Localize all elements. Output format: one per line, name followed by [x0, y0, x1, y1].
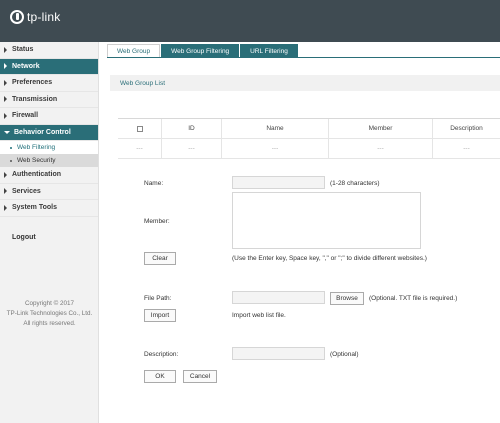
table-cell: ---	[118, 139, 162, 158]
sidebar-item-status[interactable]: Status	[0, 42, 98, 59]
sidebar-subitem-web-security[interactable]: Web Security	[0, 154, 98, 167]
chevron-right-icon	[4, 63, 7, 70]
chevron-right-icon	[4, 204, 7, 211]
tab-divider	[107, 57, 500, 58]
sidebar-item-network[interactable]: Network	[0, 58, 98, 75]
table-cell: ---	[162, 139, 222, 158]
sidebar-item-label: Services	[12, 187, 41, 195]
chevron-right-icon	[4, 112, 7, 119]
import-button[interactable]: Import	[144, 309, 176, 322]
import-hint: Import web list file.	[232, 312, 286, 319]
description-label: Description:	[144, 351, 179, 358]
sidebar-item-authentication[interactable]: Authentication	[0, 167, 98, 184]
table-cell: ---	[463, 145, 470, 152]
tp-link-logo: tp-link	[10, 10, 60, 24]
column-header-name[interactable]: Name	[222, 119, 329, 138]
sidebar-item-transmission[interactable]: Transmission	[0, 92, 98, 108]
tab-bar: Web Group Web Group Filtering URL Filter…	[107, 44, 299, 58]
clear-button[interactable]: Clear	[144, 252, 176, 265]
tp-link-logo-icon	[10, 10, 24, 24]
sidebar-subitem-label: Web Security	[17, 157, 56, 164]
chevron-right-icon	[4, 171, 7, 178]
description-input[interactable]	[232, 347, 325, 360]
top-header: tp-link	[0, 0, 500, 42]
tab-url-filtering[interactable]: URL Filtering	[240, 44, 298, 58]
chevron-right-icon	[4, 46, 7, 53]
select-all-cell	[118, 119, 162, 138]
column-header-member[interactable]: Member	[329, 119, 433, 138]
table-cell: ---	[222, 139, 329, 158]
tab-web-group[interactable]: Web Group	[107, 44, 161, 58]
file-path-label: File Path:	[144, 295, 172, 302]
sidebar-item-label: Transmission	[12, 95, 58, 103]
bullet-icon	[10, 146, 12, 149]
table-header-row: ID Name Member Description	[118, 119, 500, 139]
member-label: Member:	[144, 218, 170, 225]
sidebar-item-label: System Tools	[12, 204, 57, 212]
sidebar-subitem-web-filtering[interactable]: Web Filtering	[0, 141, 98, 154]
sidebar-item-firewall[interactable]: Firewall	[0, 108, 98, 125]
select-all-checkbox[interactable]	[136, 125, 143, 132]
tab-web-group-filtering[interactable]: Web Group Filtering	[161, 44, 240, 58]
brand-name: tp-link	[27, 10, 61, 24]
sidebar-item-services[interactable]: Services	[0, 184, 98, 200]
browse-button[interactable]: Browse	[330, 292, 364, 305]
sidebar-item-label: Authentication	[12, 171, 61, 179]
sidebar-item-preferences[interactable]: Preferences	[0, 75, 98, 92]
member-textarea[interactable]	[232, 192, 421, 249]
sidebar-item-behavior-control[interactable]: Behavior Control	[0, 124, 98, 141]
sidebar: Status Network Preferences Transmission …	[0, 42, 99, 423]
chevron-right-icon	[4, 96, 7, 103]
copyright-text: Copyright © 2017 TP-Link Technologies Co…	[0, 299, 99, 329]
member-hint: (Use the Enter key, Space key, "," or ";…	[232, 255, 427, 262]
chevron-right-icon	[4, 79, 7, 86]
column-header-id[interactable]: ID	[162, 119, 222, 138]
sidebar-item-label: Status	[12, 46, 34, 54]
description-hint: (Optional)	[330, 351, 359, 358]
file-path-hint: (Optional. TXT file is required.)	[369, 295, 458, 302]
copyright-line: All rights reserved.	[23, 320, 76, 327]
bullet-icon	[10, 159, 12, 162]
column-header-description[interactable]: Description	[433, 119, 500, 138]
name-input[interactable]	[232, 176, 325, 189]
file-path-input[interactable]	[232, 291, 325, 304]
chevron-down-icon	[4, 130, 10, 134]
copyright-line: TP-Link Technologies Co., Ltd.	[6, 310, 93, 317]
logout-link[interactable]: Logout	[12, 234, 36, 241]
sidebar-subitem-label: Web Filtering	[17, 144, 56, 151]
chevron-right-icon	[4, 188, 7, 195]
name-label: Name:	[144, 180, 164, 187]
sidebar-item-label: Network	[12, 62, 40, 70]
name-hint: (1-28 characters)	[330, 180, 380, 187]
section-title-text: Web Group List	[120, 79, 166, 87]
table-cell: ---	[329, 139, 433, 158]
table-row: --- --- --- --- ---	[118, 139, 500, 159]
sidebar-item-system-tools[interactable]: System Tools	[0, 200, 98, 217]
sidebar-item-label: Firewall	[12, 112, 39, 120]
ok-button[interactable]: OK	[144, 370, 176, 383]
cancel-button[interactable]: Cancel	[183, 370, 217, 383]
web-group-table: ID Name Member Description --- --- --- -…	[118, 118, 500, 159]
section-title: Web Group List	[110, 75, 500, 91]
copyright-line: Copyright © 2017	[24, 300, 75, 307]
sidebar-item-label: Preferences	[12, 79, 53, 87]
sidebar-item-label: Behavior Control	[14, 128, 71, 136]
